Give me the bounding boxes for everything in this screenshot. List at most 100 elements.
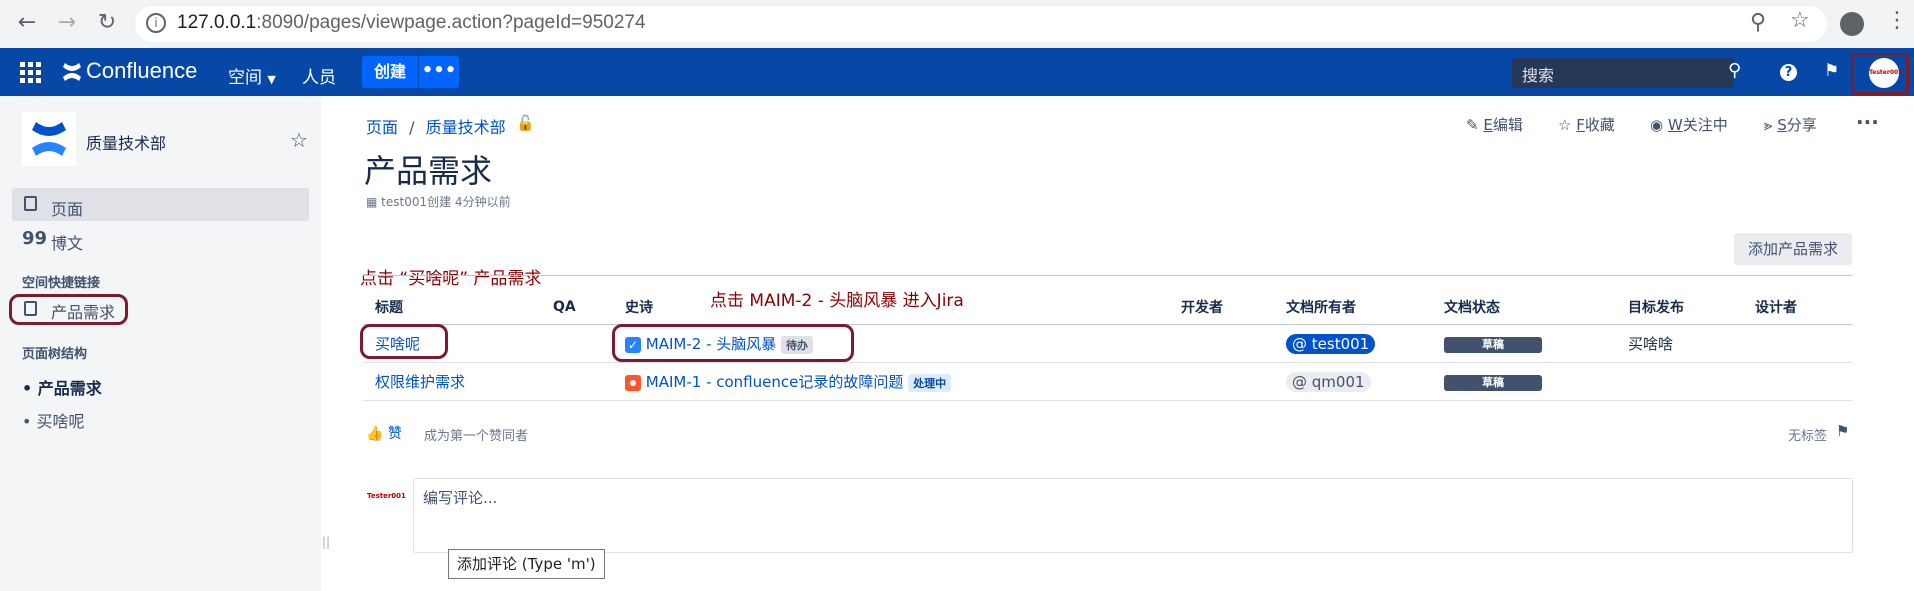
share-icon: ⪢ — [1764, 116, 1773, 134]
qa-cell — [541, 362, 613, 401]
space-logo-icon[interactable] — [22, 112, 76, 166]
requirement-title-link[interactable]: 权限维护需求 — [375, 373, 465, 391]
people-link[interactable]: 人员 — [302, 63, 336, 88]
designer-cell — [1743, 362, 1852, 401]
owner-mention[interactable]: @ qm001 — [1286, 371, 1371, 392]
column-header[interactable]: 史诗 — [613, 290, 1169, 325]
breadcrumb-pages[interactable]: 页面 — [366, 118, 398, 137]
column-header[interactable]: 文档所有者 — [1274, 290, 1432, 325]
column-header[interactable]: 目标发布 — [1616, 290, 1743, 325]
forward-icon[interactable]: → — [52, 10, 82, 35]
comment-tooltip: 添加评论 (Type 'm') — [448, 549, 605, 579]
jira-epic-link[interactable]: MAIM-1 - confluence记录的故障问题 — [646, 373, 904, 391]
share-label: 分享 — [1786, 116, 1817, 134]
profile-icon[interactable] — [1840, 12, 1864, 36]
sidebar-resize-handle[interactable]: || — [322, 535, 330, 549]
comment-input[interactable] — [413, 478, 1853, 553]
zoom-icon[interactable]: ⚲ — [1750, 10, 1766, 35]
shortcut-product-requirements[interactable]: 产品需求 — [51, 299, 115, 323]
app-switcher-icon[interactable] — [20, 62, 42, 84]
like-button[interactable]: 👍 赞 — [366, 423, 402, 443]
reload-icon[interactable]: ↻ — [92, 10, 122, 35]
jira-bug-icon — [625, 374, 641, 391]
help-icon[interactable]: ? — [1780, 64, 1797, 81]
breadcrumb: 页面 / 质量技术部 — [366, 114, 506, 138]
tree-item-label: 产品需求 — [37, 379, 102, 398]
thumbs-up-icon: 👍 — [366, 426, 384, 442]
spaces-menu[interactable]: 空间 ▼ — [228, 63, 276, 88]
doc-status-badge: 草稿 — [1444, 375, 1542, 391]
no-labels-text: 无标签 — [1788, 429, 1828, 444]
watch-shortcut-key: W — [1667, 116, 1683, 134]
sidebar-item-blog[interactable]: 博文 — [51, 230, 83, 254]
star-icon: ☆ — [1558, 116, 1572, 134]
quote-icon: 99 — [22, 228, 48, 249]
confluence-logo-text[interactable]: Confluence — [86, 58, 197, 84]
tree-item-maisha[interactable]: • 买啥呢 — [22, 408, 85, 432]
label-tag-icon[interactable]: ⚑ — [1836, 422, 1849, 440]
menu-kebab-icon[interactable]: ⋮ — [1886, 8, 1908, 33]
bookmark-star-icon[interactable]: ☆ — [1790, 8, 1810, 33]
release-cell: 买啥啥 — [1616, 324, 1743, 363]
doc-status-badge: 草稿 — [1444, 337, 1542, 353]
search-icon[interactable]: ⚲ — [1728, 60, 1741, 81]
eye-icon: ◉ — [1650, 116, 1664, 134]
pencil-icon: ✎ — [1466, 116, 1479, 134]
add-requirement-button[interactable]: 添加产品需求 — [1734, 233, 1852, 265]
breadcrumb-separator: / — [409, 118, 415, 137]
table-row: 权限维护需求 MAIM-1 - confluence记录的故障问题 处理中 @ … — [363, 362, 1852, 401]
tree-item-label: 买啥呢 — [36, 412, 85, 431]
page-icon — [24, 196, 37, 211]
avatar[interactable]: Tester001 — [1869, 58, 1902, 88]
first-like-text: 成为第一个赞同者 — [424, 429, 529, 444]
page-title: 产品需求 — [364, 152, 493, 190]
spaces-label: 空间 — [228, 68, 262, 88]
breadcrumb-space[interactable]: 质量技术部 — [426, 118, 506, 137]
epic-highlight — [612, 324, 854, 362]
page-tree-heading: 页面树结构 — [22, 347, 88, 362]
edit-button[interactable]: ✎ E编辑 — [1466, 114, 1523, 135]
annotation-click-maisha: 点击 “买啥呢” 产品需求 — [360, 269, 542, 289]
comment-placeholder: 编写评论... — [423, 489, 498, 507]
info-icon[interactable]: i — [146, 13, 166, 33]
restrictions-lock-icon[interactable]: 🔓 — [516, 114, 535, 132]
back-icon[interactable]: ← — [12, 10, 42, 35]
designer-cell — [1743, 324, 1852, 363]
notifications-icon[interactable]: ⚑ — [1824, 61, 1839, 81]
shortcuts-heading: 空间快捷链接 — [22, 276, 101, 291]
table-header-row: 标题 QA 史诗 开发者 文档所有者 文档状态 目标发布 设计者 — [363, 290, 1852, 325]
column-header[interactable]: 开发者 — [1169, 290, 1274, 325]
watch-label: 关注中 — [1682, 116, 1728, 134]
confluence-logo-icon[interactable] — [62, 61, 82, 83]
column-header[interactable]: 标题 — [363, 290, 541, 325]
watch-button[interactable]: ◉ W关注中 — [1650, 114, 1728, 135]
like-label: 赞 — [387, 426, 402, 442]
space-name[interactable]: 质量技术部 — [86, 130, 166, 154]
sidebar-item-label: 页面 — [51, 200, 84, 219]
tree-item-product-requirements[interactable]: • 产品需求 — [22, 375, 102, 399]
share-shortcut-key: S — [1777, 116, 1787, 134]
favorite-star-icon[interactable]: ☆ — [290, 128, 308, 152]
copy-page-icon — [24, 301, 37, 316]
column-header[interactable]: 文档状态 — [1432, 290, 1616, 325]
create-more-button[interactable]: ••• — [418, 56, 459, 88]
release-cell — [1616, 362, 1743, 401]
share-button[interactable]: ⪢ S分享 — [1764, 114, 1817, 135]
save-label: 收藏 — [1584, 116, 1615, 134]
title-highlight — [360, 324, 448, 359]
create-button[interactable]: 创建 — [362, 56, 418, 88]
bug-dot — [630, 379, 636, 386]
column-header[interactable]: QA — [541, 290, 613, 325]
owner-mention[interactable]: @ test001 — [1286, 333, 1376, 354]
url-text: 127.0.0.1:8090/pages/viewpage.action?pag… — [177, 12, 646, 34]
page-meta-text: test001创建 4分钟以前 — [381, 195, 511, 209]
epic-cell: MAIM-1 - confluence记录的故障问题 处理中 — [613, 362, 1169, 401]
more-actions-icon[interactable]: ··· — [1856, 110, 1879, 134]
chevron-down-icon: ▼ — [267, 73, 276, 86]
developer-cell — [1169, 324, 1274, 363]
edit-label: 编辑 — [1492, 116, 1523, 134]
developer-cell — [1169, 362, 1274, 401]
save-for-later-button[interactable]: ☆ F收藏 — [1558, 114, 1615, 135]
table-row: 买啥呢 ✓ MAIM-2 - 头脑风暴 待办 @ test001 草稿 买啥啥 — [363, 324, 1852, 363]
column-header[interactable]: 设计者 — [1743, 290, 1852, 325]
